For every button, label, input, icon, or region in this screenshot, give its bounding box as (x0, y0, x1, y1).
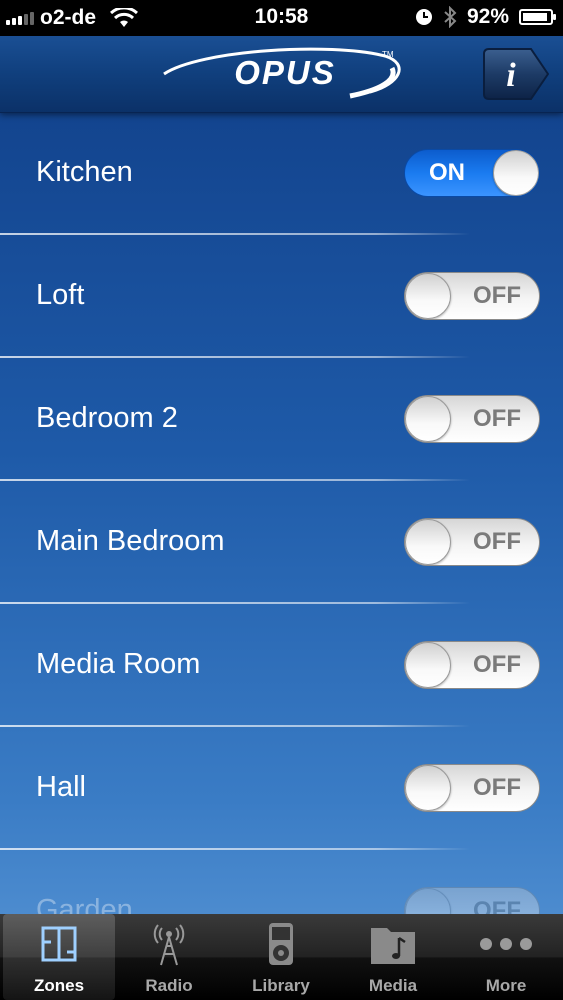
opus-logo: OPUS TM (160, 44, 405, 104)
tab-zones[interactable]: Zones (3, 914, 115, 1000)
zone-row[interactable]: Hall OFF (0, 727, 563, 850)
tab-library-label: Library (252, 976, 310, 995)
tab-more-label: More (485, 976, 527, 995)
zone-power-toggle[interactable]: ON (404, 149, 540, 197)
toggle-state-label: OFF (473, 774, 521, 801)
tab-media[interactable]: Media (337, 914, 449, 1000)
toggle-knob (405, 888, 451, 914)
tab-more[interactable]: More (450, 914, 562, 1000)
battery-percent: 92% (466, 5, 509, 28)
radio-tower-icon (153, 924, 185, 966)
tab-library[interactable]: Library (225, 914, 337, 1000)
zone-name: Kitchen (36, 156, 133, 188)
zone-power-toggle[interactable]: OFF (404, 641, 540, 689)
bluetooth-icon (444, 6, 457, 28)
logo-text: OPUS (234, 54, 336, 91)
zone-power-toggle[interactable]: OFF (404, 272, 540, 320)
tab-bar: Zones Radio Library Media More (0, 914, 563, 1000)
zone-row[interactable]: Garden OFF (0, 850, 563, 914)
zone-list: Kitchen ON Loft OFF Bedroom 2 OFF Main Bedroom… (0, 112, 563, 914)
screen: o2-de 10:58 92% OPUS TM i Kitchen ON Lof… (0, 0, 563, 1000)
status-bar: o2-de 10:58 92% (0, 0, 563, 36)
zone-name: Media Room (36, 648, 201, 680)
toggle-knob (493, 150, 539, 196)
zone-name: Garden (36, 894, 133, 914)
toggle-state-label: OFF (473, 405, 521, 432)
zone-name: Hall (36, 771, 86, 803)
info-icon: i (506, 57, 516, 94)
nav-bar: OPUS TM i (0, 36, 563, 113)
tab-media-label: Media (368, 976, 418, 995)
zone-name: Bedroom 2 (36, 402, 178, 434)
zone-power-toggle[interactable]: OFF (404, 887, 540, 914)
toggle-state-label: OFF (473, 528, 521, 555)
toggle-state-label: OFF (473, 897, 521, 914)
battery-icon (519, 9, 556, 25)
toggle-knob (405, 642, 451, 688)
ipod-icon (269, 923, 293, 965)
tab-radio-label: Radio (145, 976, 193, 995)
toggle-knob (405, 519, 451, 565)
toggle-knob (405, 765, 451, 811)
zone-row[interactable]: Main Bedroom OFF (0, 481, 563, 604)
toggle-state-label: ON (429, 159, 465, 186)
logo-trademark: TM (382, 50, 394, 59)
zone-row[interactable]: Loft OFF (0, 235, 563, 358)
zone-power-toggle[interactable]: OFF (404, 764, 540, 812)
zone-power-toggle[interactable]: OFF (404, 518, 540, 566)
tab-radio[interactable]: Radio (113, 914, 225, 1000)
zone-name: Loft (36, 279, 85, 311)
clock-icon (415, 9, 432, 25)
zone-power-toggle[interactable]: OFF (404, 395, 540, 443)
zone-row[interactable]: Kitchen ON (0, 112, 563, 235)
toggle-state-label: OFF (473, 651, 521, 678)
tab-zones-label: Zones (33, 976, 85, 995)
zone-row[interactable]: Bedroom 2 OFF (0, 358, 563, 481)
battery-fill (523, 13, 547, 21)
music-folder-icon (371, 928, 415, 964)
more-dots-icon (480, 938, 532, 950)
toggle-state-label: OFF (473, 282, 521, 309)
toggle-knob (405, 273, 451, 319)
zone-name: Main Bedroom (36, 525, 225, 557)
status-right: 92% (415, 5, 556, 29)
zones-icon (41, 926, 77, 962)
toggle-knob (405, 396, 451, 442)
info-button[interactable]: i (483, 48, 549, 100)
zone-row[interactable]: Media Room OFF (0, 604, 563, 727)
